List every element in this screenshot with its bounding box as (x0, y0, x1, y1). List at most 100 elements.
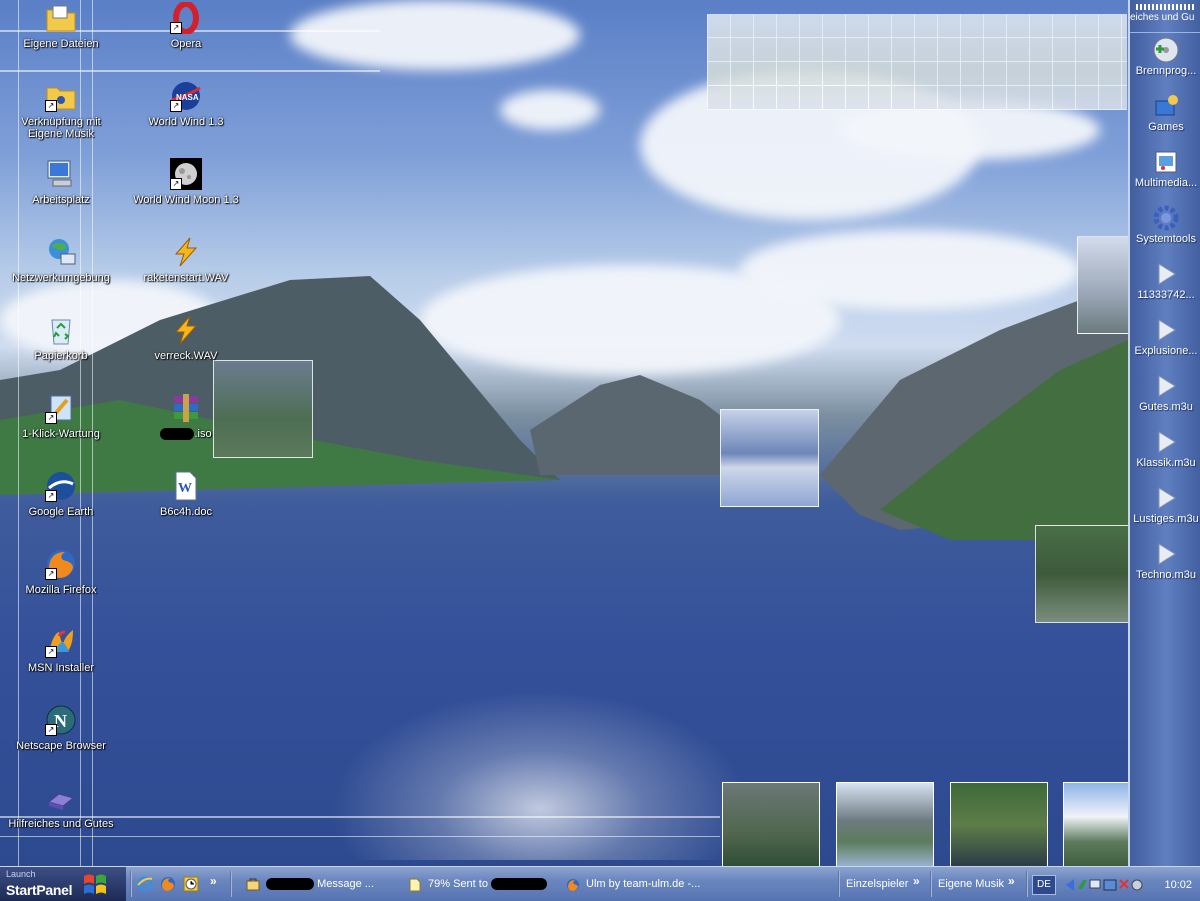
winamp-audio-icon (170, 314, 202, 346)
panel-item-label: Brennprog... (1135, 65, 1197, 77)
play-icon (1153, 429, 1179, 455)
windows-flag-icon (82, 872, 108, 896)
desktop-icon-google-earth[interactable]: ↗ Google Earth (6, 470, 116, 518)
desktop-icon-mozilla-firefox[interactable]: ↗ Mozilla Firefox (6, 548, 116, 596)
panel-item-games[interactable]: Games (1130, 93, 1200, 145)
winamp-audio-icon (170, 236, 202, 268)
start-label: StartPanel (6, 882, 73, 898)
thumbnail-tile (722, 782, 820, 866)
desktop-icon-eigene-musik[interactable]: ↗ Verknüpfung mit Eigene Musik (6, 80, 116, 140)
tray-icons[interactable] (1064, 877, 1144, 893)
panel-item-label: Techno.m3u (1136, 569, 1196, 581)
toolbar-einzelspieler[interactable]: Einzelspieler (846, 872, 908, 896)
opera-icon: ↗ (170, 1, 202, 35)
desktop-icon-world-wind-moon[interactable]: ↗ World Wind Moon 1.3 (131, 158, 241, 206)
msn-icon: ↗ (45, 626, 77, 658)
desktop-icon-hilfreiches-und-gutes[interactable]: Hilfreiches und Gutes (6, 782, 116, 830)
taskbar-separator (930, 871, 932, 897)
toolbar-eigene-musik[interactable]: Eigene Musik (938, 872, 1004, 896)
firefox-icon[interactable] (160, 876, 176, 892)
desktop-icon-1-klick-wartung[interactable]: ↗ 1-Klick-Wartung (6, 392, 116, 440)
toolbar-chevron[interactable]: » (1008, 874, 1015, 888)
firefox-icon: ↗ (45, 548, 77, 580)
desktop-icon-arbeitsplatz[interactable]: Arbeitsplatz (6, 158, 116, 206)
blurred-tile (1035, 525, 1129, 623)
desktop-icon-label: Eigene Dateien (23, 38, 99, 50)
file-icon (408, 877, 422, 892)
desktop-icon-verreck-wav[interactable]: verreck.WAV (131, 314, 241, 362)
desktop-icon-papierkorb[interactable]: Papierkorb (6, 314, 116, 362)
panel-item-multimedia[interactable]: Multimedia... (1130, 149, 1200, 201)
message-icon (246, 877, 260, 891)
folder-icon (45, 782, 77, 814)
side-panel-title: eiches und Gu (1130, 12, 1195, 23)
redaction (491, 878, 547, 891)
taskbar: Launch StartPanel » Message ... 79% Sent… (0, 866, 1200, 901)
panel-item-playlist[interactable]: Explusione... (1130, 317, 1200, 369)
toolbar-chevron[interactable]: » (913, 874, 920, 888)
decorative-line (0, 70, 380, 72)
desktop-icon-label: Papierkorb (34, 350, 88, 362)
start-button[interactable]: Launch StartPanel (0, 867, 126, 901)
desktop-icon-b6c4h-doc[interactable]: W B6c4h.doc (131, 470, 241, 518)
gear-icon (1153, 205, 1179, 231)
cloud (500, 90, 600, 130)
moon-icon: ↗ (170, 158, 202, 190)
network-icon (45, 236, 77, 268)
desktop-icon-label: Netscape Browser (16, 740, 106, 752)
decorative-line (0, 836, 720, 837)
desktop-icon-world-wind[interactable]: NASA ↗ World Wind 1.3 (131, 80, 241, 128)
side-panel-header[interactable]: eiches und Gu (1130, 0, 1200, 33)
folder-music-icon: ↗ (45, 80, 77, 112)
task-button-firefox[interactable]: Ulm by team-ulm.de -... (560, 872, 720, 896)
firefox-icon (566, 877, 580, 892)
desktop-icon-msn-installer[interactable]: ↗ MSN Installer (6, 626, 116, 674)
desktop-icon-label: MSN Installer (27, 662, 95, 674)
quicklaunch-chevron[interactable]: » (210, 874, 217, 888)
task-label: 79% Sent to (428, 878, 488, 890)
desktop-icon-eigene-dateien[interactable]: Eigene Dateien (6, 2, 116, 50)
panel-item-playlist[interactable]: Techno.m3u (1130, 541, 1200, 593)
system-tray: 10:02 (1060, 870, 1200, 898)
panel-item-label: Games (1148, 121, 1184, 133)
play-icon (1153, 541, 1179, 567)
clock[interactable]: 10:02 (1164, 879, 1192, 891)
desktop-icon-label: verreck.WAV (154, 350, 218, 362)
desktop-icon-label: Opera (170, 38, 202, 50)
thumbnail-tile (1063, 782, 1129, 866)
play-icon (1153, 261, 1179, 287)
cloud (290, 0, 580, 70)
desktop-icon-label: B6c4h.doc (160, 506, 212, 518)
play-icon (1153, 317, 1179, 343)
panel-item-playlist[interactable]: Klassik.m3u (1130, 429, 1200, 481)
ie-icon[interactable] (137, 876, 153, 892)
panel-item-systemtools[interactable]: Systemtools (1130, 205, 1200, 257)
desktop-icon-label: Mozilla Firefox (25, 584, 97, 596)
play-icon (1153, 373, 1179, 399)
desktop-icon-opera[interactable]: ↗ Opera (131, 1, 241, 50)
taskbar-separator (230, 871, 232, 897)
desktop-icon-netscape-browser[interactable]: N ↗ Netscape Browser (6, 704, 116, 752)
clock-icon[interactable] (183, 876, 199, 892)
desktop-icon-label: Google Earth (28, 506, 94, 518)
multimedia-icon (1153, 149, 1179, 175)
desktop: Eigene Dateien ↗ Verknüpfung mit Eigene … (0, 0, 1200, 866)
panel-item-playlist[interactable]: Gutes.m3u (1130, 373, 1200, 425)
panel-item-playlist[interactable]: Lustiges.m3u (1130, 485, 1200, 537)
task-label: Message ... (317, 878, 374, 890)
panel-item-playlist[interactable]: 11333742... (1130, 261, 1200, 313)
blurred-tile (720, 409, 819, 507)
panel-item-brennprog[interactable]: Brennprog... (1130, 37, 1200, 89)
recycle-bin-icon (45, 314, 77, 346)
desktop-icon-iso[interactable]: .iso (131, 392, 241, 441)
blurred-tile (1077, 236, 1129, 334)
desktop-icon-raketenstart-wav[interactable]: raketenstart.WAV (131, 236, 241, 284)
task-button-message[interactable]: Message ... (240, 872, 390, 896)
language-indicator[interactable]: DE (1032, 875, 1056, 895)
start-launch-label: Launch (6, 869, 36, 879)
task-button-transfer[interactable]: 79% Sent to (402, 872, 552, 896)
panel-item-label: Lustiges.m3u (1133, 513, 1199, 525)
panel-grip[interactable] (1136, 4, 1196, 10)
desktop-icon-netzwerkumgebung[interactable]: Netzwerkumgebung (6, 236, 116, 284)
water-reflection (330, 690, 750, 860)
